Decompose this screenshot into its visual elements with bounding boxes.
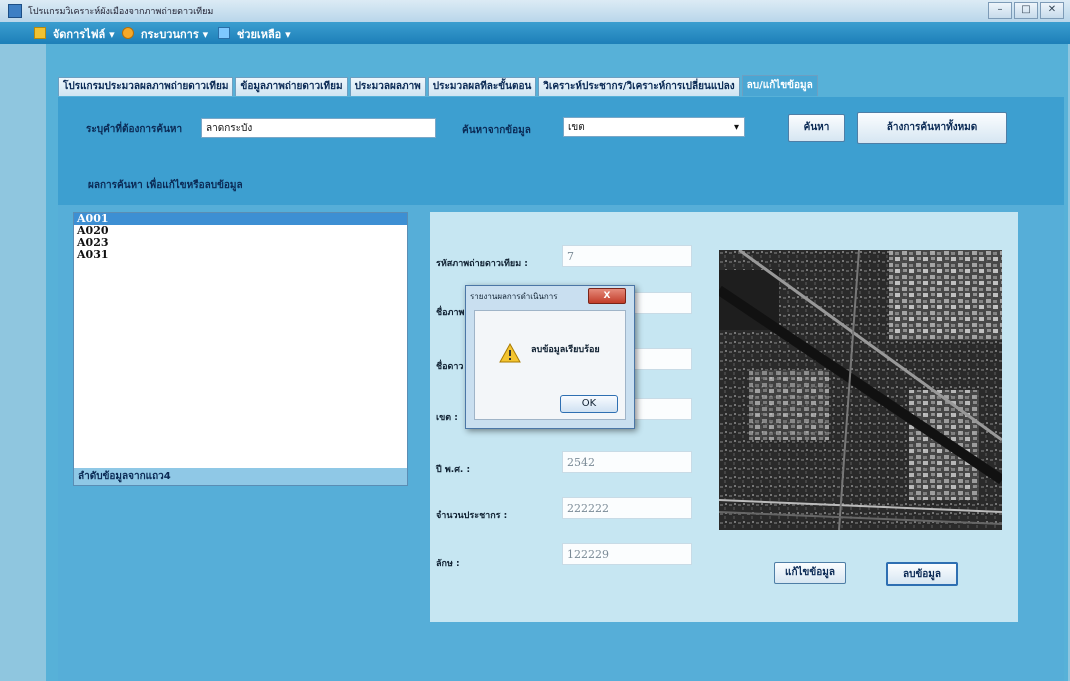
menu-file-label: จัดการไฟล์ [52,28,106,41]
satellite-image-svg [719,250,1002,530]
search-input[interactable]: ลาดกระบัง [201,118,436,138]
list-item[interactable]: A031 [74,249,407,261]
minimize-button[interactable]: – [988,2,1012,19]
menu-help-label: ช่วยเหลือ [236,28,282,41]
tab-satellite-data[interactable]: ข้อมูลภาพถ่ายดาวเทียม [235,77,348,96]
app-icon [8,4,22,18]
field-label-population: จำนวนประชากร : [436,511,508,521]
chevron-down-icon: ▾ [109,28,115,41]
list-item[interactable]: A020 [74,225,407,237]
field-value-population[interactable]: 222222 [562,497,692,519]
delete-button[interactable]: ลบข้อมูล [886,562,958,586]
message-dialog: รายงานผลการดำเนินการ X ลบข้อมูลเรียบร้อย… [465,285,635,429]
menu-help[interactable]: ช่วยเหลือ ▾ [218,25,291,43]
tab-strip: โปรแกรมประมวลผลภาพถ่ายดาวเทียม ข้อมูลภาพ… [58,75,820,97]
search-type-select[interactable]: เขต ▾ [563,117,745,137]
field-label-satellite: ชื่อดาว [436,362,464,372]
tab-step-processing[interactable]: ประมวลผลทีละขั้นตอน [427,77,537,96]
search-type-label: ค้นหาจากข้อมูล [462,125,531,136]
tab-image-processing[interactable]: ประมวลผลภาพ [349,77,426,96]
results-count: ลำดับข้อมูลจากแถว4 [74,468,407,485]
search-button[interactable]: ค้นหา [788,114,845,142]
close-window-button[interactable]: ✕ [1040,2,1064,19]
ok-button[interactable]: OK [560,395,618,413]
field-label-image-name: ชื่อภาพ [436,308,465,318]
tab-satellite-processing[interactable]: โปรแกรมประมวลผลภาพถ่ายดาวเทียม [58,77,234,96]
menu-bar: จัดการไฟล์ ▾ กระบวนการ ▾ ช่วยเหลือ ▾ [0,22,1070,44]
warning-icon [499,343,521,363]
maximize-button[interactable]: □ [1014,2,1038,19]
field-value-image-id[interactable]: 7 [562,245,692,267]
clear-search-button[interactable]: ล้างการค้นหาทั้งหมด [857,112,1007,144]
search-criteria-label: ระบุคำที่ต้องการค้นหา [86,124,183,135]
satellite-image [719,250,1002,530]
window-title: โปรแกรมวิเคราะห์ผังเมืองจากภาพถ่ายดาวเที… [28,7,214,17]
dialog-message: ลบข้อมูลเรียบร้อย [531,345,600,355]
title-bar: โปรแกรมวิเคราะห์ผังเมืองจากภาพถ่ายดาวเที… [0,0,1070,23]
field-value-extra[interactable]: 122229 [562,543,692,565]
dialog-title: รายงานผลการดำเนินการ [470,292,558,301]
dialog-body: ลบข้อมูลเรียบร้อย OK [474,310,626,420]
folder-icon [34,27,46,39]
tab-delete-edit[interactable]: ลบ/แก้ไขข้อมูล [741,75,818,96]
menu-file[interactable]: จัดการไฟล์ ▾ [34,25,115,43]
chevron-down-icon: ▾ [285,28,291,41]
results-heading: ผลการค้นหา เพื่อแก้ไขหรือลบข้อมูล [88,180,243,191]
search-type-value: เขต [568,122,585,133]
dropdown-arrow-icon: ▾ [733,122,739,133]
menu-process[interactable]: กระบวนการ ▾ [122,25,208,43]
window-controls: – □ ✕ [988,2,1064,19]
field-label-image-id: รหัสภาพถ่ายดาวเทียม : [436,259,528,269]
edit-button[interactable]: แก้ไขข้อมูล [774,562,846,584]
help-icon [218,27,230,39]
list-item[interactable]: A001 [74,213,407,225]
chevron-down-icon: ▾ [202,28,209,41]
results-list[interactable]: A001 A020 A023 A031 ลำดับข้อมูลจากแถว4 [73,212,408,486]
gear-icon [122,27,134,39]
list-item[interactable]: A023 [74,237,407,249]
close-icon[interactable]: X [588,288,626,304]
menu-process-label: กระบวนการ [140,28,199,41]
field-label-extra: ลักษ : [436,559,460,569]
field-label-district: เขต : [436,413,458,423]
field-label-year: ปี พ.ศ. : [436,465,471,475]
field-value-year[interactable]: 2542 [562,451,692,473]
tab-analysis[interactable]: วิเคราะห์ประชากร/วิเคราะห์การเปลี่ยนแปลง [538,77,740,96]
